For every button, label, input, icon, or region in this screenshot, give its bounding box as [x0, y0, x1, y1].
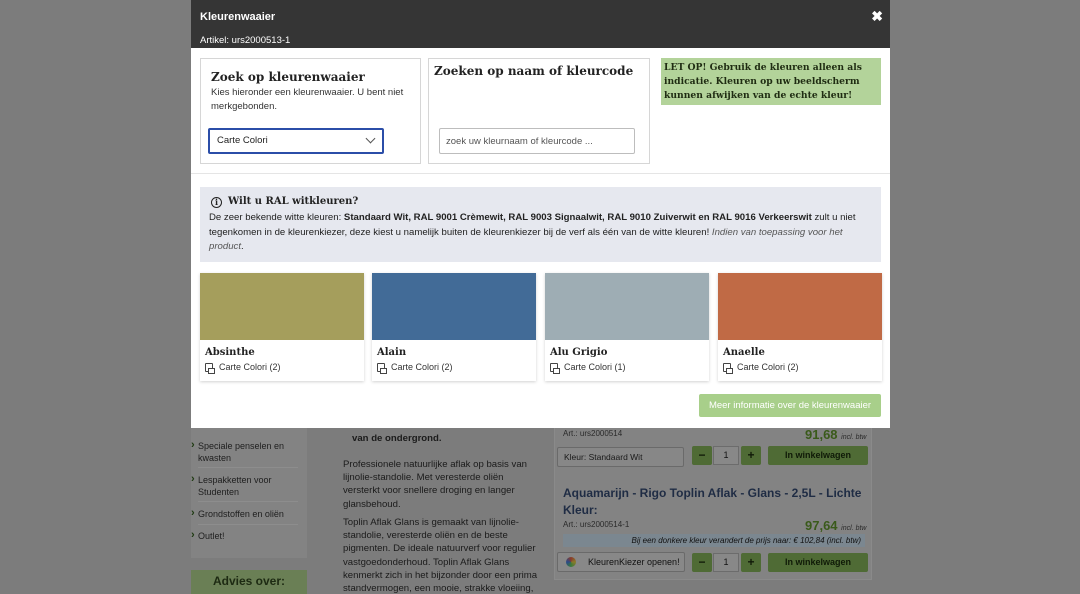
swatch-card-alu-grigio[interactable]: Alu Grigio Carte Colori (1) [545, 273, 709, 381]
waaier-select[interactable]: Carte Colori [208, 128, 384, 154]
kleurenwaaier-modal: Kleurenwaaier Artikel: urs2000513-1 ✖ Zo… [191, 0, 890, 428]
swatch-card-alain[interactable]: Alain Carte Colori (2) [372, 273, 536, 381]
product1-qty-minus[interactable]: − [692, 446, 712, 465]
product1-code: Art.: urs2000514 [563, 429, 623, 438]
sidebar-item-lespakketten[interactable]: Lespakketten voor Studenten [191, 473, 298, 498]
swatch-name: Alu Grigio [550, 347, 608, 358]
waaier-box-title: Zoek op kleurenwaaier [211, 70, 365, 84]
document-icon [377, 363, 387, 374]
swatch-source: Carte Colori (2) [205, 362, 281, 374]
body-bold-line: van de ondergrond. [352, 433, 442, 444]
sidebar-separator [198, 524, 298, 525]
swatch-color [718, 273, 882, 340]
product1-qty[interactable]: 1 [713, 446, 739, 465]
chevron-down-icon [365, 133, 376, 144]
swatch-source: Carte Colori (2) [377, 362, 453, 374]
close-icon[interactable]: ✖ [871, 8, 883, 25]
document-icon [723, 363, 733, 374]
product1-qty-plus[interactable]: + [741, 446, 761, 465]
body-paragraph-2: Toplin Aflak Glans is gemaakt van lijnol… [343, 517, 538, 594]
name-search-title: Zoeken op naam of kleurcode [434, 64, 634, 78]
swatch-source: Carte Colori (1) [550, 362, 626, 374]
modal-header: Kleurenwaaier Artikel: urs2000513-1 ✖ [191, 0, 890, 48]
swatch-card-anaelle[interactable]: Anaelle Carte Colori (2) [718, 273, 882, 381]
swatch-color [545, 273, 709, 340]
product2-price-note: Bij een donkere kleur verandert de prijs… [563, 534, 865, 547]
waaier-box-description: Kies hieronder een kleurenwaaier. U bent… [211, 87, 404, 112]
swatch-color [372, 273, 536, 340]
product2-title[interactable]: Aquamarijn - Rigo Toplin Aflak - Glans -… [563, 485, 863, 519]
product2-cart-button[interactable]: In winkelwagen [768, 553, 868, 572]
product2-qty-minus[interactable]: − [692, 553, 712, 572]
swatch-name: Absinthe [205, 347, 255, 358]
swatch-card-absinthe[interactable]: Absinthe Carte Colori (2) [200, 273, 364, 381]
sidebar-item-grondstoffen[interactable]: Grondstoffen en oliën [191, 507, 298, 520]
sidebar-separator [198, 501, 298, 502]
product2-qty[interactable]: 1 [713, 553, 739, 572]
advies-header: Advies over: [191, 570, 307, 594]
document-icon [550, 363, 560, 374]
modal-title: Kleurenwaaier [200, 11, 276, 23]
sidebar-item-penselen[interactable]: Speciale penselen en kwasten [191, 439, 298, 464]
body-paragraph-1: Professionele natuurlijke aflak op basis… [343, 459, 527, 510]
color-search-input[interactable] [439, 128, 635, 154]
product1-cart-button[interactable]: In winkelwagen [768, 446, 868, 465]
ral-info-box: i Wilt u RAL witkleuren? De zeer bekende… [200, 187, 881, 262]
product2-price: 97,64 incl. btw [805, 518, 867, 533]
sidebar-separator [198, 467, 298, 468]
modal-article: Artikel: urs2000513-1 [200, 35, 291, 46]
swatch-name: Alain [377, 347, 407, 358]
product2-code: Art.: urs2000514-1 [563, 520, 630, 529]
section-divider [191, 173, 890, 174]
warning-notice: LET OP! Gebruik de kleuren alleen als in… [661, 58, 881, 105]
swatch-name: Anaelle [723, 347, 765, 358]
ral-text: De zeer bekende witte kleuren: Standaard… [209, 212, 856, 252]
product1-color-select[interactable]: Kleur: Standaard Wit [557, 447, 684, 467]
info-icon: i [211, 197, 222, 208]
sidebar-item-outlet[interactable]: Outlet! [191, 529, 298, 542]
swatch-color [200, 273, 364, 340]
color-wheel-icon [566, 557, 576, 567]
ral-title: Wilt u RAL witkleuren? [228, 196, 359, 207]
kleurenkiezer-button[interactable]: KleurenKiezer openen! [557, 552, 685, 572]
swatch-source: Carte Colori (2) [723, 362, 799, 374]
document-icon [205, 363, 215, 374]
product1-price: 91,68 incl. btw [805, 427, 867, 442]
more-info-button[interactable]: Meer informatie over de kleurenwaaier [699, 394, 881, 417]
product2-qty-plus[interactable]: + [741, 553, 761, 572]
